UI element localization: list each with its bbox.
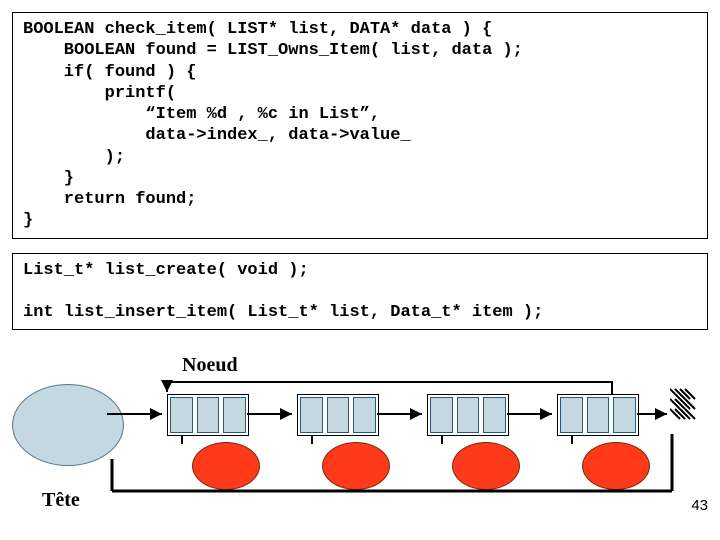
data-ball-2 xyxy=(322,442,390,490)
node-cell xyxy=(223,397,246,433)
node-cell xyxy=(430,397,453,433)
node-1 xyxy=(167,394,249,436)
node-cell xyxy=(613,397,636,433)
node-3 xyxy=(427,394,509,436)
node-cell xyxy=(483,397,506,433)
node-2 xyxy=(297,394,379,436)
node-cell xyxy=(457,397,480,433)
node-cell xyxy=(170,397,193,433)
linked-list-diagram: Noeud xyxy=(12,344,708,514)
data-ball-3 xyxy=(452,442,520,490)
node-cell xyxy=(327,397,350,433)
noeud-label: Noeud xyxy=(182,354,238,377)
code-block-list-api: List_t* list_create( void ); int list_in… xyxy=(12,253,708,331)
head-node-circle xyxy=(12,384,124,466)
tete-label: Tête xyxy=(42,489,80,512)
node-cell xyxy=(353,397,376,433)
code-block-check-item: BOOLEAN check_item( LIST* list, DATA* da… xyxy=(12,12,708,239)
data-ball-4 xyxy=(582,442,650,490)
ground-symbol xyxy=(670,384,700,424)
node-cell xyxy=(560,397,583,433)
page-number: 43 xyxy=(691,497,708,514)
node-cell xyxy=(300,397,323,433)
node-4 xyxy=(557,394,639,436)
node-cell xyxy=(587,397,610,433)
data-ball-1 xyxy=(192,442,260,490)
node-cell xyxy=(197,397,220,433)
